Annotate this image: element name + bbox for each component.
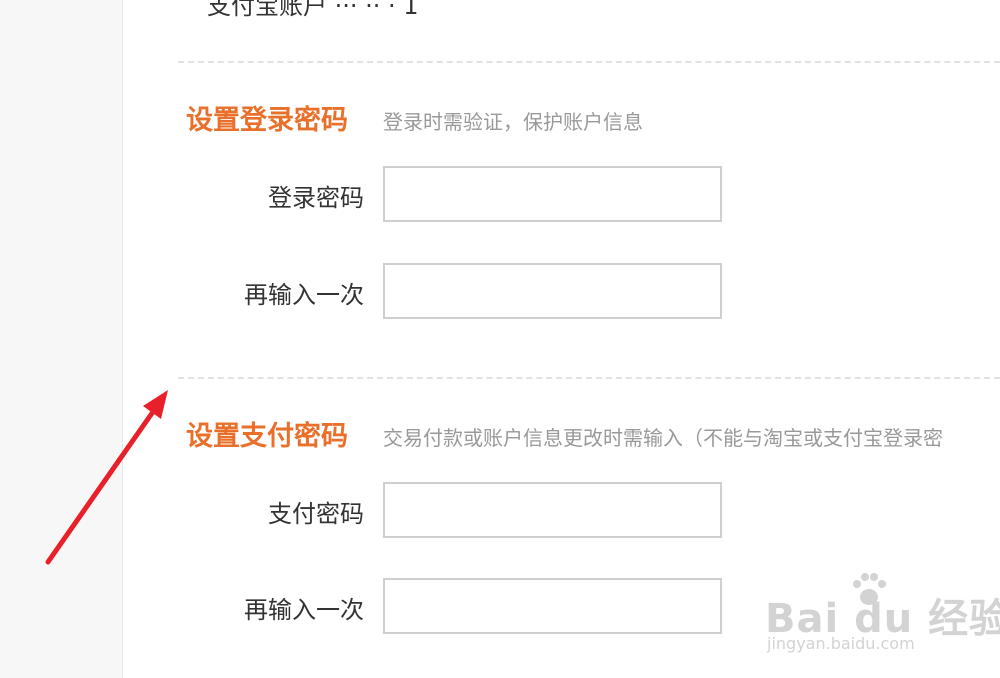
watermark-url: jingyan.baidu.com [767,634,915,653]
watermark: Bai du 经验 jingyan.baidu.com [765,572,1000,662]
